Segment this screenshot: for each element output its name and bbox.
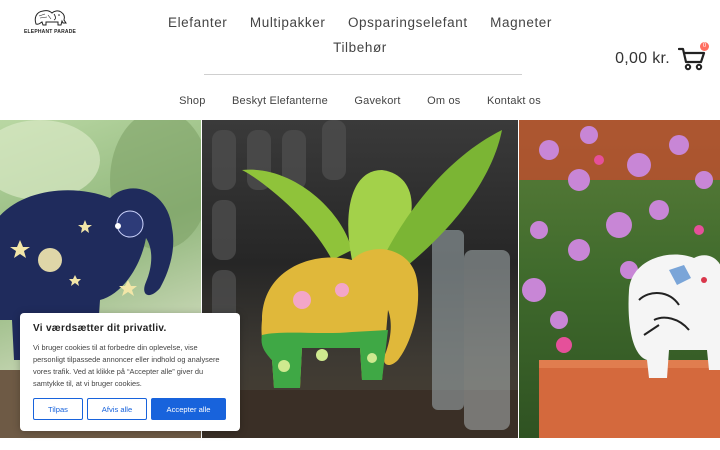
brand-logo[interactable]: ELEPHANT PARADE: [24, 8, 76, 38]
hero-image-white-elephant[interactable]: [519, 120, 720, 438]
brand-name: ELEPHANT PARADE: [24, 29, 77, 35]
subnav-kontakt-os[interactable]: Kontakt os: [487, 95, 541, 107]
cookie-consent-banner: Vi værdsætter dit privatliv. Vi bruger c…: [20, 313, 240, 431]
hero-image-golden-elephant[interactable]: [202, 120, 518, 438]
cookie-button-group: Tilpas Afvis alle Accepter alle: [33, 398, 226, 420]
cookie-customize-button[interactable]: Tilpas: [33, 398, 83, 420]
nav-tilbehor[interactable]: Tilbehør: [333, 40, 387, 55]
nav-opsparingselefant[interactable]: Opsparingselefant: [348, 15, 468, 30]
subnav-beskyt-elefanterne[interactable]: Beskyt Elefanterne: [232, 95, 328, 107]
cart-count-badge: 0: [700, 42, 709, 51]
cart-total: 0,00 kr.: [615, 50, 670, 67]
nav-magneter[interactable]: Magneter: [490, 15, 552, 30]
cookie-title: Vi værdsætter dit privatliv.: [33, 323, 167, 334]
cookie-description: Vi bruger cookies til at forbedre din op…: [33, 343, 220, 388]
secondary-navigation: Shop Beskyt Elefanterne Gavekort Om os K…: [150, 91, 570, 109]
subnav-gavekort[interactable]: Gavekort: [354, 95, 400, 107]
nav-elefanter[interactable]: Elefanter: [168, 15, 227, 30]
elephant-logo-icon: [34, 10, 67, 26]
nav-multipakker[interactable]: Multipakker: [250, 15, 326, 30]
cookie-accept-all-button[interactable]: Accepter alle: [151, 398, 226, 420]
cart-icon[interactable]: 0: [677, 42, 709, 72]
nav-divider: [204, 74, 522, 75]
subnav-shop[interactable]: Shop: [179, 95, 206, 107]
subnav-om-os[interactable]: Om os: [427, 95, 460, 107]
main-navigation: Elefanter Multipakker Opsparingselefant …: [150, 12, 570, 62]
cookie-reject-all-button[interactable]: Afvis alle: [87, 398, 147, 420]
cart[interactable]: 0,00 kr. 0: [615, 42, 709, 72]
